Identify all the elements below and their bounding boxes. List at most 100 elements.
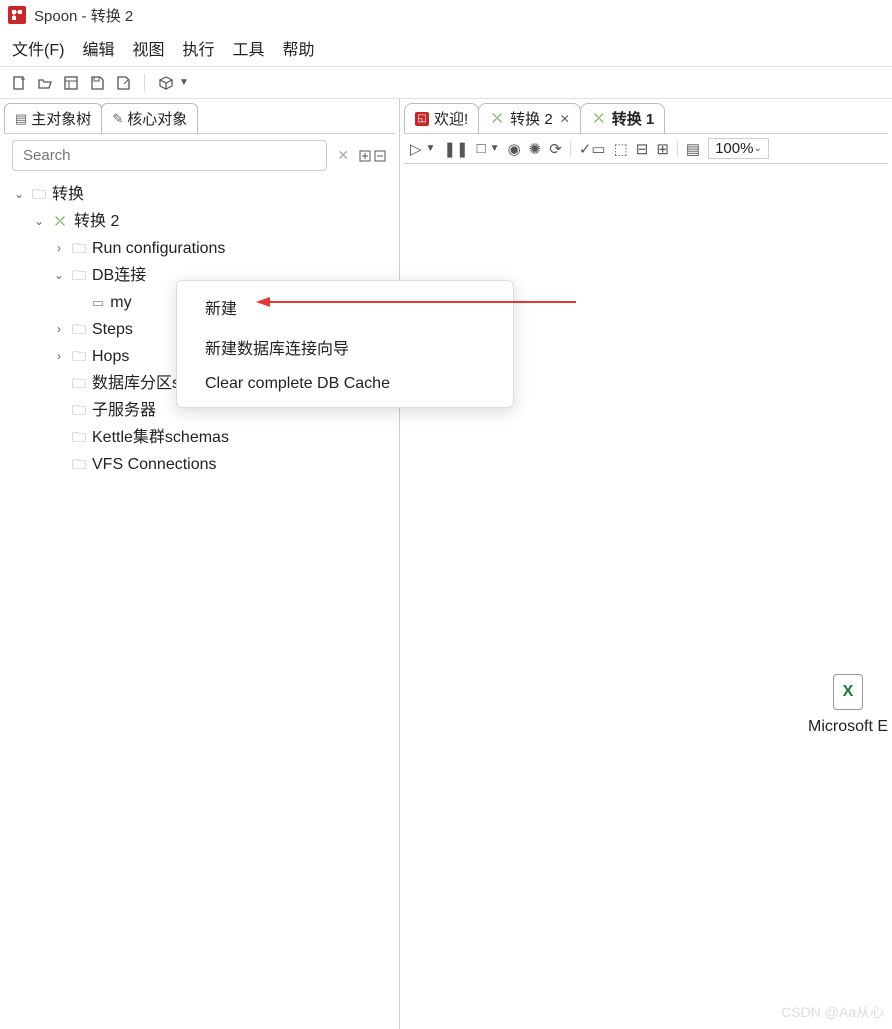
tab-label: 主对象树 (31, 108, 91, 129)
transformation-icon: ⤫ (52, 214, 68, 230)
folder-icon: 🗀 (72, 235, 86, 262)
stop-icon[interactable]: □ (477, 140, 486, 157)
tree-label: Hops (92, 343, 129, 370)
menu-run[interactable]: 执行 (182, 36, 214, 60)
tab-core-objects[interactable]: ✎ 核心对象 (101, 103, 198, 133)
transformation-icon: ⤫ (591, 111, 607, 127)
save-icon[interactable] (88, 74, 106, 92)
canvas-toolbar: ▷ ▼ ❚❚ □ ▼ ◉ ✺ ⟳ ✓▭ ⬚ ⊟ ⊞ ▤ 100% ⌄ (404, 133, 888, 164)
search-input[interactable] (12, 140, 327, 171)
context-clear-cache[interactable]: Clear complete DB Cache (177, 367, 513, 401)
chevron-down-icon: ⌄ (12, 181, 26, 208)
tree-label: my (110, 289, 131, 316)
folder-icon: 🗀 (72, 370, 86, 397)
tab-label: 欢迎! (434, 108, 468, 129)
tree-label: DB连接 (92, 262, 146, 289)
editor-tabs: ◱ 欢迎! ⤫ 转换 2 ✕ ⤫ 转换 1 (404, 103, 888, 133)
chevron-down-icon: ⌄ (753, 143, 761, 154)
transformation-icon: ⤫ (489, 111, 505, 127)
toolbar-separator (570, 141, 571, 157)
debug-icon[interactable]: ✺ (529, 140, 542, 158)
main-toolbar: ▼ (0, 67, 892, 99)
dropdown-arrow-icon[interactable]: ▼ (179, 77, 189, 88)
tree-node-vfs[interactable]: 🗀 VFS Connections (12, 451, 387, 478)
sql-icon[interactable]: ⊟ (636, 140, 649, 158)
excel-label: Microsoft E (808, 718, 888, 736)
folder-icon: 🗀 (32, 181, 46, 208)
tree-label: Steps (92, 316, 133, 343)
pause-icon[interactable]: ❚❚ (443, 140, 468, 158)
tab-trans1[interactable]: ⤫ 转换 1 (580, 103, 666, 133)
window-title: Spoon - 转换 2 (34, 5, 133, 26)
run-icon[interactable]: ▷ (410, 140, 422, 158)
menubar: 文件(F) 编辑 视图 执行 工具 帮助 (0, 30, 892, 67)
tab-label: 核心对象 (127, 108, 187, 129)
open-icon[interactable] (36, 74, 54, 92)
folder-icon: 🗀 (72, 451, 86, 478)
preview-icon[interactable]: ◉ (508, 140, 521, 158)
chevron-right-icon: › (52, 343, 66, 370)
chevron-right-icon: › (52, 235, 66, 262)
toolbar-separator (677, 141, 678, 157)
clear-icon[interactable]: ✕ (333, 147, 353, 164)
tab-trans2[interactable]: ⤫ 转换 2 ✕ (478, 103, 581, 133)
app-icon (8, 6, 26, 24)
tab-label: 转换 2 (510, 108, 553, 129)
context-new[interactable]: 新建 (177, 287, 513, 327)
perspective-icon[interactable] (157, 74, 175, 92)
pencil-icon: ✎ (112, 111, 123, 127)
main-area: ▤ 主对象树 ✎ 核心对象 ✕ ⌄ 🗀 转换 ⌄ ⤫ 转换 (0, 99, 892, 1029)
chevron-down-icon: ⌄ (52, 262, 66, 289)
menu-view[interactable]: 视图 (132, 36, 164, 60)
watermark: CSDN @Aa从心 (781, 1002, 884, 1022)
chevron-right-icon: › (52, 316, 66, 343)
verify-icon[interactable]: ✓▭ (579, 140, 606, 158)
folder-icon: 🗀 (72, 397, 86, 424)
new-icon[interactable] (10, 74, 28, 92)
folder-icon: 🗀 (72, 262, 86, 289)
tree-node-cluster[interactable]: 🗀 Kettle集群schemas (12, 424, 387, 451)
replay-icon[interactable]: ⟳ (549, 140, 562, 158)
welcome-icon: ◱ (415, 112, 429, 126)
folder-icon: 🗀 (72, 343, 86, 370)
run-dropdown-icon[interactable]: ▼ (426, 143, 436, 154)
zoom-selector[interactable]: 100% ⌄ (708, 138, 769, 159)
explore-icon[interactable] (62, 74, 80, 92)
menu-file[interactable]: 文件(F) (12, 36, 64, 60)
tree-label: Run configurations (92, 235, 225, 262)
chevron-down-icon: ⌄ (32, 208, 46, 235)
tree-node-runconfig[interactable]: › 🗀 Run configurations (12, 235, 387, 262)
tree-label: VFS Connections (92, 451, 217, 478)
show-results-icon[interactable]: ▤ (686, 140, 700, 158)
menu-help[interactable]: 帮助 (283, 36, 315, 60)
excel-icon: X (833, 674, 863, 710)
menu-tools[interactable]: 工具 (232, 36, 264, 60)
titlebar: Spoon - 转换 2 (0, 0, 892, 30)
search-row: ✕ (4, 133, 395, 177)
close-icon[interactable]: ✕ (560, 112, 570, 126)
save-as-icon[interactable] (114, 74, 132, 92)
tree-label: Kettle集群schemas (92, 424, 229, 451)
folder-icon: 🗀 (72, 316, 86, 343)
tree-label: 子服务器 (92, 397, 156, 424)
excel-step[interactable]: X Microsoft E (808, 674, 888, 736)
context-new-wizard[interactable]: 新建数据库连接向导 (177, 327, 513, 367)
right-panel: ◱ 欢迎! ⤫ 转换 2 ✕ ⤫ 转换 1 ▷ ▼ ❚❚ □ ▼ ◉ ✺ ⟳ ✓… (400, 99, 892, 1029)
folder-icon: 🗀 (72, 424, 86, 451)
tree-label: 转换 (52, 181, 84, 208)
tab-welcome[interactable]: ◱ 欢迎! (404, 103, 479, 133)
tree-label: 转换 2 (74, 208, 119, 235)
context-menu: 新建 新建数据库连接向导 Clear complete DB Cache (176, 280, 514, 408)
document-icon: ▤ (15, 111, 27, 127)
explore-db-icon[interactable]: ⊞ (656, 140, 669, 158)
tab-label: 转换 1 (612, 108, 655, 129)
impact-icon[interactable]: ⬚ (614, 140, 628, 158)
menu-edit[interactable]: 编辑 (82, 36, 114, 60)
tree-root[interactable]: ⌄ 🗀 转换 (12, 181, 387, 208)
db-item-icon: ▭ (92, 289, 104, 316)
expand-collapse-buttons[interactable] (359, 148, 387, 164)
stop-dropdown-icon[interactable]: ▼ (490, 143, 500, 154)
zoom-value: 100% (715, 140, 753, 157)
tree-node-trans2[interactable]: ⌄ ⤫ 转换 2 (12, 208, 387, 235)
tab-main-tree[interactable]: ▤ 主对象树 (4, 103, 102, 133)
